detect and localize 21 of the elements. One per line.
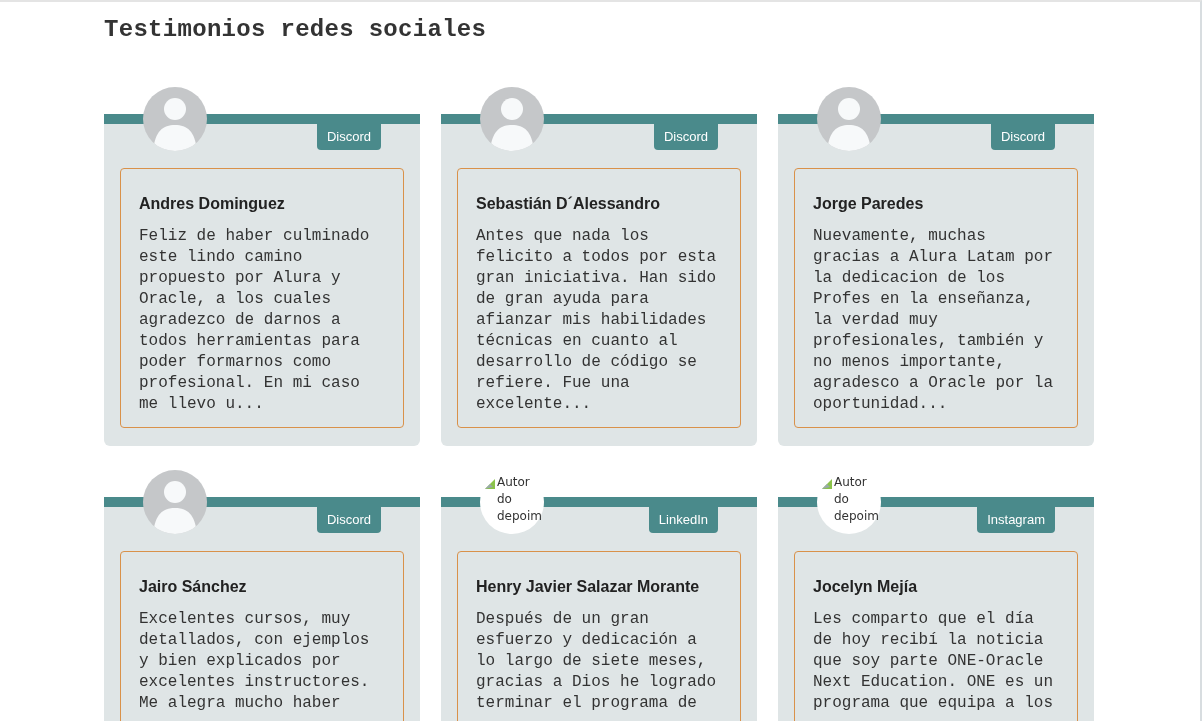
author-name: Andres Dominguez xyxy=(139,195,286,213)
testimonial-text: Feliz de haber culminado este lindo camino propuesto por Alura y Oracle, a los cuales agradezco de darnos a todos herramientas para poder formarnos como profesional. En mi caso me llevo u... xyxy=(139,226,371,415)
testimonial-text: Les comparto que el día de hoy recibí la noticia que soy parte ONE-Oracle Next Education. ONE es un programa que equipa a los xyxy=(813,609,1055,714)
testimonial-text: Después de un gran esfuerzo y dedicación a lo largo de siete meses, gracias a Dios he logrado terminar el programa de xyxy=(476,609,718,714)
testimonial-text: Antes que nada los felicito a todos por esta gran iniciativa. Han sido de gran ayuda para afianzar mis habilidades técnicas en cuanto al desarrollo de código se refiere. Fue una excelente... xyxy=(476,226,718,415)
author-name: Sebastián D´Alessandro xyxy=(476,195,662,213)
author-name: Jocelyn Mejía xyxy=(813,578,919,596)
network-badge: Discord xyxy=(990,124,1055,150)
network-badge: Discord xyxy=(316,507,381,533)
author-name: Jairo Sánchez xyxy=(139,578,248,596)
network-badge: LinkedIn xyxy=(648,507,718,533)
broken-image-icon xyxy=(821,478,833,490)
author-name: Henry Javier Salazar Morante xyxy=(476,578,701,596)
author-name: Jorge Paredes xyxy=(813,195,925,213)
page-title: Testimonios redes sociales xyxy=(104,16,488,43)
testimonial-text: Nuevamente, muchas gracias a Alura Latam por la dedicacion de los Profes en la enseñanza, la verdad muy profesionales, también y no menos importante, agradesco a Oracle por la oportunidad... xyxy=(813,226,1055,415)
testimonial-text: Excelentes cursos, muy detallados, con ejemplos y bien explicados por excelentes instructores. Me alegra mucho haber xyxy=(139,609,371,714)
network-badge: Discord xyxy=(653,124,718,150)
broken-image-icon xyxy=(484,478,496,490)
network-badge: Instagram xyxy=(977,507,1055,533)
network-badge: Discord xyxy=(316,124,381,150)
